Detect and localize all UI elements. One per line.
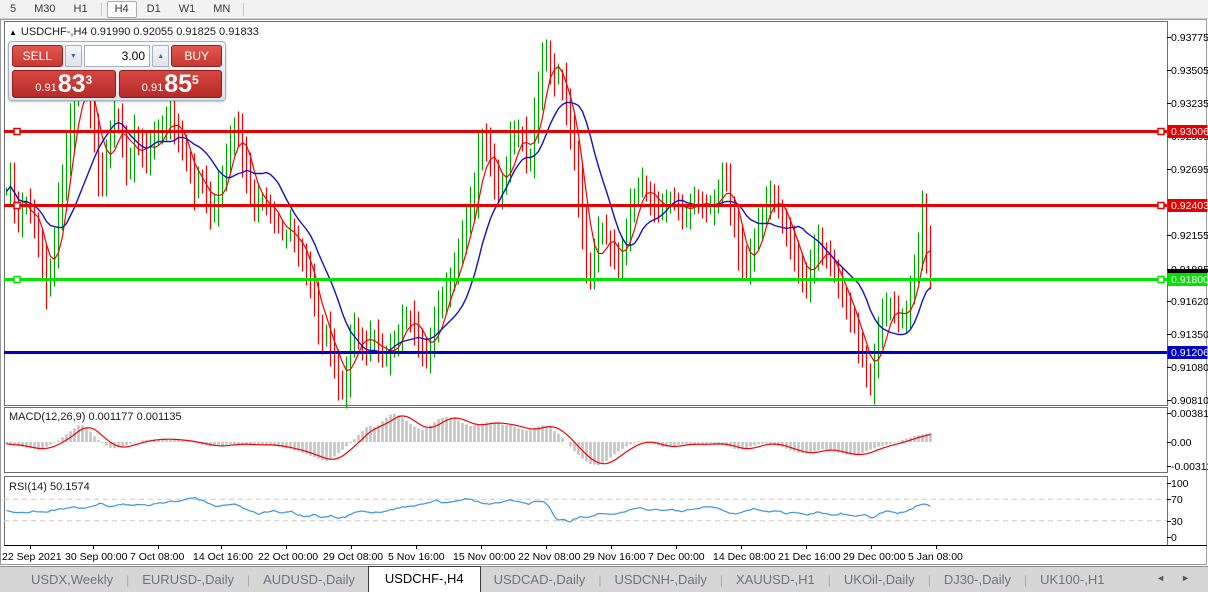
tab-usdcnh-daily[interactable]: USDCNH-,Daily [601,569,719,592]
rsi-tick-label: 0 [1171,532,1177,544]
rsi-panel-frame [5,477,1168,546]
time-axis-label: 22 Sep 2021 [2,551,62,563]
tab-usdchf-h4[interactable]: USDCHF-,H4 [368,566,481,592]
time-axis-label: 22 Nov 08:00 [518,551,580,563]
tab-eurusd-daily[interactable]: EURUSD-,Daily [129,569,247,592]
tab-scroll-right-icon[interactable]: ► [1181,573,1190,583]
tab-scroll-arrows: ◄ ► [1156,573,1190,583]
collapse-panel-icon[interactable]: ▲ [9,28,17,37]
time-axis-label: 5 Nov 16:00 [388,551,445,563]
buy-button[interactable]: BUY [171,45,222,67]
rsi-tick-label: 100 [1171,478,1189,490]
trading-terminal: 5M30H1H4D1W1MN 0.937750.935050.932350.92… [0,0,1208,592]
sell-price-prefix: 0.91 [35,82,56,94]
tab-audusd-daily[interactable]: AUDUSD-,Daily [250,569,368,592]
buy-price-sup: 5 [192,73,199,87]
buy-price-prefix: 0.91 [142,82,163,94]
time-axis-label: 29 Nov 16:00 [583,551,645,563]
price-tick-label: 0.92695 [1171,164,1208,176]
time-axis-label: 29 Oct 08:00 [323,551,383,563]
time-axis-label: 29 Dec 00:00 [843,551,905,563]
level-price-label: 0.91206 [1171,347,1208,359]
price-tick-label: 0.91080 [1171,362,1208,374]
time-axis-label: 14 Dec 08:00 [713,551,775,563]
time-axis-label: 15 Nov 00:00 [453,551,515,563]
sell-price-big: 83 [58,73,86,96]
tab-ukoil-daily[interactable]: UKOil-,Daily [831,569,928,592]
rsi-label: RSI(14) 50.1574 [9,481,90,493]
price-tick-label: 0.93775 [1171,32,1208,44]
sell-button[interactable]: SELL [12,45,63,67]
level-line-handle[interactable] [14,129,20,135]
price-tick-label: 0.91350 [1171,329,1208,341]
time-axis-label: 21 Dec 16:00 [778,551,840,563]
price-tick-label: 0.93235 [1171,98,1208,110]
time-axis-label: 7 Dec 00:00 [648,551,705,563]
level-line-handle[interactable] [1158,129,1164,135]
level-line-handle[interactable] [1158,203,1164,209]
rsi-tick-label: 30 [1171,516,1183,528]
symbol-tab-bar: USDX,Weekly|EURUSD-,Daily|AUDUSD-,DailyU… [0,566,1208,592]
buy-price-big: 85 [164,73,192,96]
price-tick-label: 0.90810 [1171,395,1208,407]
level-line-handle[interactable] [14,277,20,283]
macd-label: MACD(12,26,9) 0.001177 0.001135 [9,411,182,423]
macd-tick-label: -0.003115 [1171,461,1208,473]
level-price-label: 0.92403 [1171,200,1208,212]
tab-dj30-daily[interactable]: DJ30-,Daily [931,569,1024,592]
rsi-tick-label: 70 [1171,494,1183,506]
macd-tick-label: 0.00 [1171,437,1192,449]
macd-tick-label: 0.003811 [1171,408,1208,420]
volume-input[interactable] [84,45,150,67]
level-line-handle[interactable] [14,203,20,209]
time-axis-label: 7 Oct 08:00 [130,551,184,563]
tab-uk100-h1[interactable]: UK100-,H1 [1027,569,1117,592]
sell-price-sup: 3 [86,73,93,87]
tab-usdx-weekly[interactable]: USDX,Weekly [18,569,126,592]
time-axis-label: 5 Jan 08:00 [908,551,963,563]
level-price-label: 0.91800 [1171,274,1208,286]
time-axis[interactable]: 22 Sep 202130 Sep 00:007 Oct 08:00 14 Oct… [0,549,1208,565]
one-click-trading-widget: SELL ▼ ▲ BUY 0.91 83 3 0.91 85 5 [8,41,226,101]
time-axis-label: 14 Oct 16:00 [193,551,253,563]
time-axis-label: 22 Oct 00:00 [258,551,318,563]
buy-price-display[interactable]: 0.91 85 5 [119,70,223,98]
quote-header-text: USDCHF-,H4 0.91990 0.92055 0.91825 0.918… [21,26,259,38]
quote-header: ▲ USDCHF-,H4 0.91990 0.92055 0.91825 0.91… [9,26,259,38]
level-price-label: 0.93006 [1171,126,1208,138]
tab-usdcad-daily[interactable]: USDCAD-,Daily [481,569,599,592]
tab-xauusd-h1[interactable]: XAUUSD-,H1 [723,569,828,592]
time-axis-label: 30 Sep 00:00 [65,551,127,563]
volume-decrease-button[interactable]: ▼ [65,45,82,67]
sell-price-display[interactable]: 0.91 83 3 [12,70,116,98]
price-tick-label: 0.92155 [1171,230,1208,242]
price-tick-label: 0.93505 [1171,65,1208,77]
price-tick-label: 0.91620 [1171,296,1208,308]
volume-increase-button[interactable]: ▲ [152,45,169,67]
tab-scroll-left-icon[interactable]: ◄ [1156,573,1165,583]
level-line-handle[interactable] [1158,277,1164,283]
